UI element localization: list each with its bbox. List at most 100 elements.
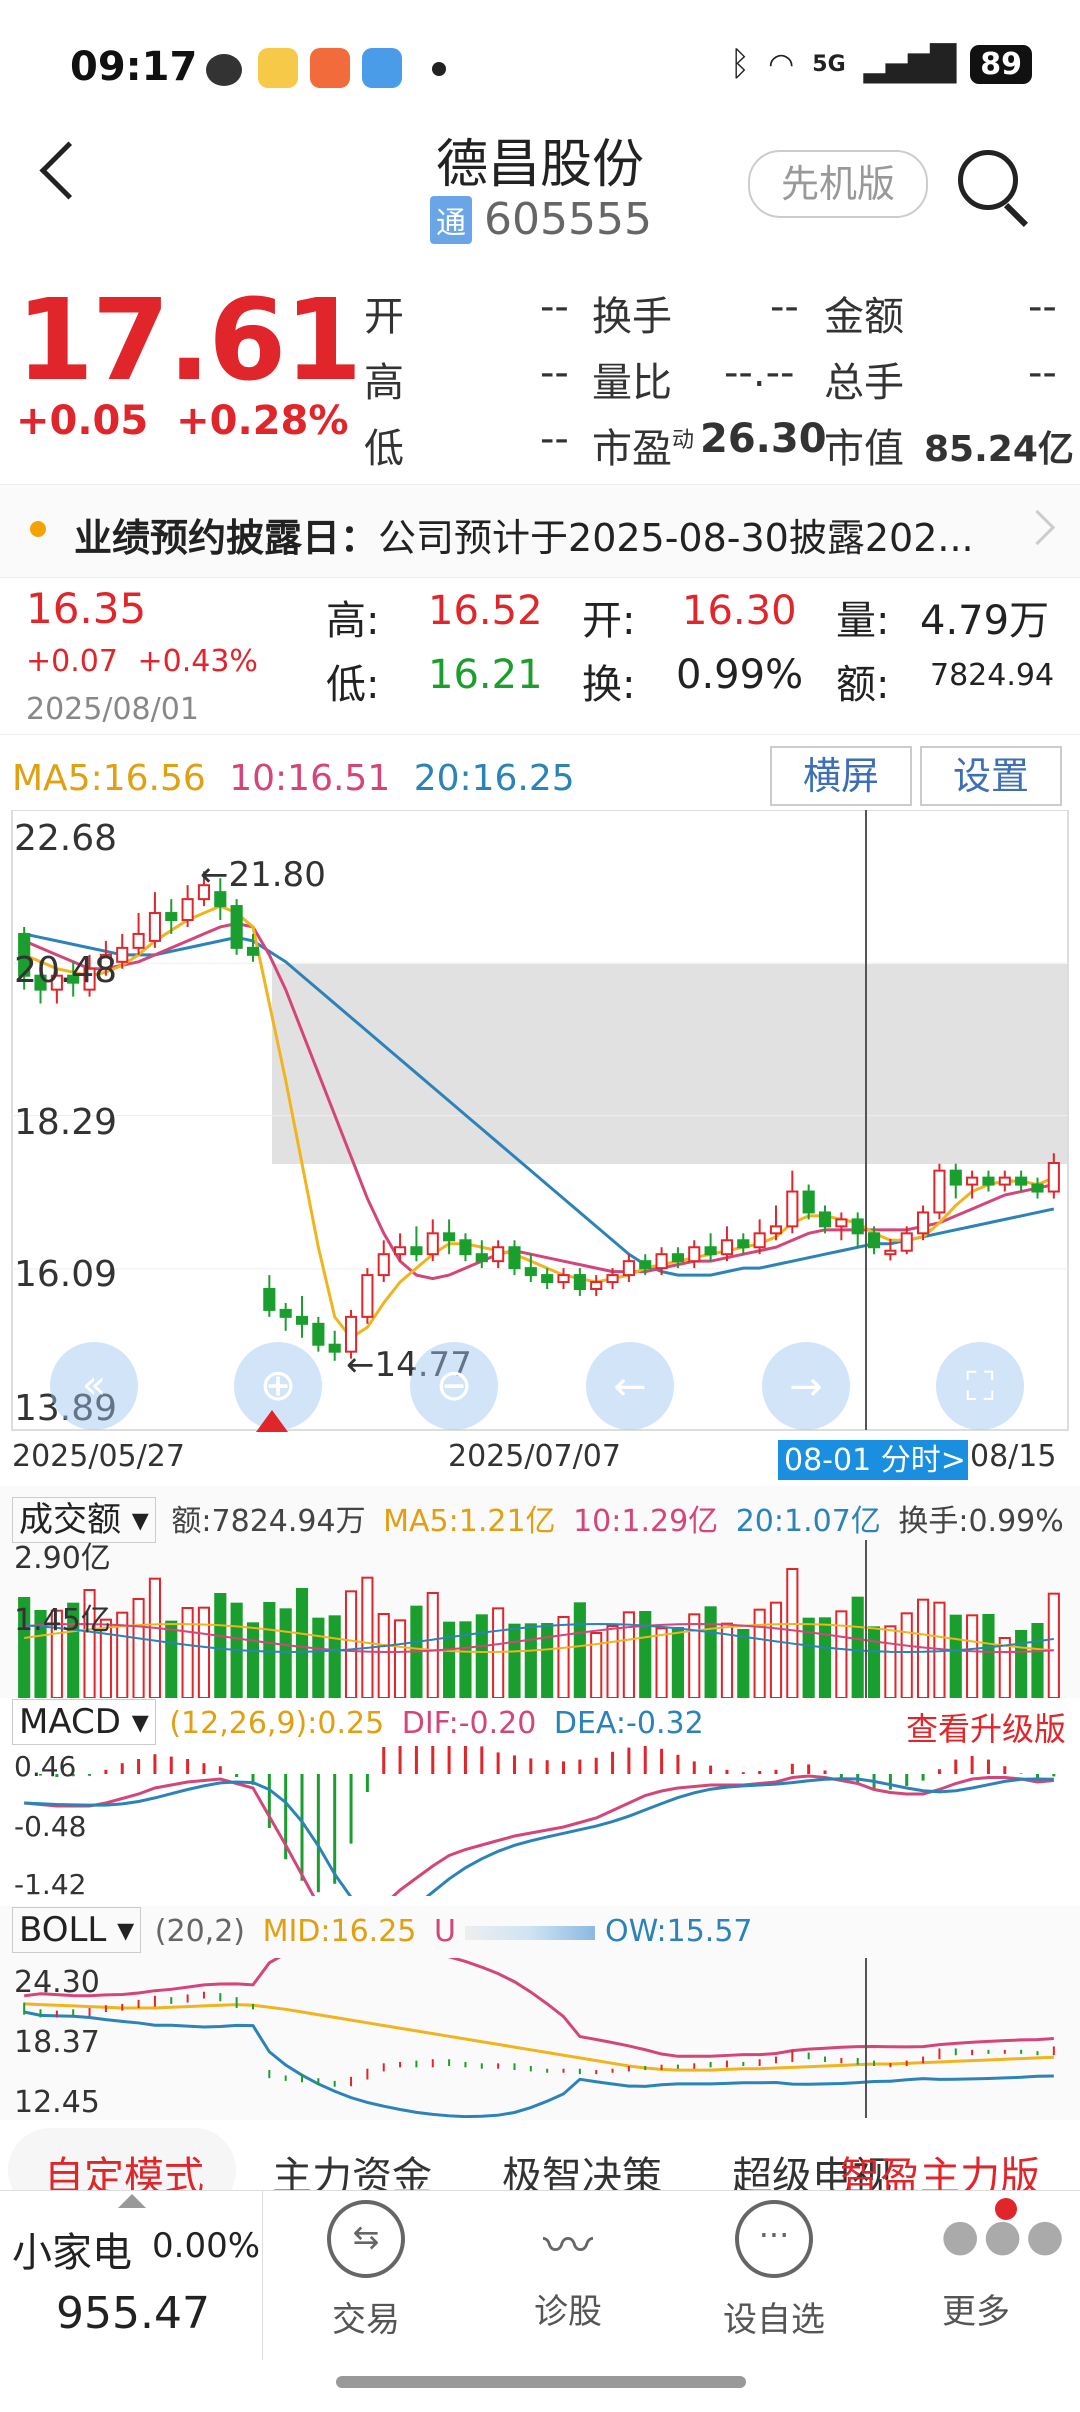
candle-body bbox=[753, 1232, 766, 1249]
kline-chart[interactable]: 22.68 20.48 18.29 16.09 13.89 ←21.80 ←14… bbox=[0, 810, 1080, 1486]
trade-icon: ⇆ bbox=[327, 2200, 405, 2278]
candle-body bbox=[279, 1308, 292, 1318]
boll-y-mid: 18.37 bbox=[14, 2025, 100, 2060]
volume-bar bbox=[737, 1629, 750, 1698]
settings-button[interactable]: 设置 bbox=[920, 746, 1062, 806]
day-low: 16.21 bbox=[428, 652, 543, 698]
upgrade-link[interactable]: 查看升级版 bbox=[906, 1704, 1066, 1750]
diagnose-label: 诊股 bbox=[534, 2292, 602, 2332]
y-label-4: 16.09 bbox=[14, 1254, 117, 1295]
quote-value: -- bbox=[540, 284, 569, 330]
day-high: 16.52 bbox=[428, 588, 543, 634]
boll-selector[interactable]: BOLL ▾ bbox=[12, 1907, 142, 1953]
volume-bar bbox=[671, 1627, 684, 1698]
volume-title: 成交额 bbox=[19, 1500, 121, 1540]
boll-up: U bbox=[433, 1914, 456, 1949]
volume-bar bbox=[541, 1623, 554, 1698]
volume-bar bbox=[394, 1619, 407, 1698]
volume-bar bbox=[279, 1608, 292, 1698]
day-amt-label: 额: bbox=[836, 662, 890, 708]
candle-body bbox=[900, 1232, 913, 1252]
candle-body bbox=[394, 1246, 407, 1256]
candle-body bbox=[590, 1281, 603, 1291]
candle-body bbox=[426, 1232, 439, 1256]
battery-level: 89 bbox=[970, 44, 1032, 84]
macd-y-bottom: -1.42 bbox=[14, 1868, 86, 1896]
more-button[interactable]: ●●● 更多 bbox=[876, 2198, 1076, 2333]
volume-bar bbox=[443, 1621, 456, 1698]
candle-body bbox=[541, 1274, 554, 1284]
status-indicators: ᛒ ◠ 5G ▂▄▆█ 89 bbox=[730, 44, 1032, 84]
candle-body bbox=[639, 1260, 652, 1270]
trade-button[interactable]: ⇆ 交易 bbox=[266, 2200, 466, 2341]
quote-value: -- bbox=[540, 350, 569, 396]
notice-dot-icon bbox=[30, 521, 46, 537]
volume-bar bbox=[295, 1588, 309, 1698]
y-label-3: 18.29 bbox=[14, 1102, 117, 1143]
volume-bar bbox=[426, 1592, 439, 1698]
volume-bar bbox=[1015, 1630, 1028, 1698]
status-time: 09:17 bbox=[70, 44, 198, 90]
volume-selector[interactable]: 成交额 ▾ bbox=[12, 1497, 156, 1543]
macd-selector[interactable]: MACD ▾ bbox=[12, 1699, 156, 1745]
volume-bar bbox=[949, 1614, 962, 1698]
ma20-value: 20:16.25 bbox=[413, 758, 575, 799]
pro-version-button[interactable]: 先机版 bbox=[748, 150, 928, 218]
y-label-2: 20.48 bbox=[14, 950, 117, 991]
sector-index[interactable]: 小家电 0.00% 955.47 bbox=[0, 2190, 263, 2360]
boll-header: BOLL ▾ (20,2) MID:16.25 U OW:15.57 bbox=[12, 1907, 753, 1953]
more-icon: ●●● bbox=[941, 2198, 1064, 2270]
candle-body bbox=[802, 1190, 815, 1214]
macd-dea: DEA:-0.32 bbox=[553, 1706, 704, 1741]
volume-bar bbox=[655, 1627, 668, 1698]
boll-chart: 24.30 18.37 12.45 bbox=[14, 1958, 1055, 2118]
day-vol: 4.79万 bbox=[920, 598, 1050, 644]
earnings-notice[interactable]: 业绩预约披露日：公司预计于2025-08-30披露202... bbox=[0, 484, 1080, 578]
sector-pct: 0.00% bbox=[152, 2226, 261, 2266]
divider bbox=[0, 734, 1080, 735]
candle-body bbox=[148, 912, 161, 942]
notes-icon bbox=[258, 48, 298, 88]
notification-dot-icon bbox=[432, 62, 446, 76]
macd-header: MACD ▾ (12,26,9):0.25 DIF:-0.20 DEA:-0.3… bbox=[12, 1699, 704, 1745]
collapse-arrow-icon[interactable] bbox=[118, 2194, 146, 2208]
x-label-start: 2025/05/27 bbox=[12, 1439, 185, 1474]
candle-body bbox=[867, 1232, 881, 1249]
stock-code: 605555 bbox=[484, 194, 652, 245]
quote-label: 换手 bbox=[592, 294, 672, 340]
boll-params: (20,2) bbox=[154, 1914, 246, 1949]
zoom-out-glyph: ⊖ bbox=[436, 1360, 473, 1411]
macd-params: (12,26,9):0.25 bbox=[169, 1706, 385, 1741]
change-percent: +0.28% bbox=[176, 398, 349, 444]
add-watchlist-icon: ··· bbox=[735, 2200, 813, 2278]
volume-bar bbox=[851, 1596, 864, 1698]
candle-body bbox=[524, 1267, 537, 1277]
candle-body bbox=[475, 1253, 488, 1263]
day-high-label: 高: bbox=[326, 598, 380, 644]
add-watchlist-label: 设自选 bbox=[723, 2300, 825, 2340]
search-icon[interactable] bbox=[958, 150, 1018, 210]
quote-label: 高 bbox=[364, 360, 404, 406]
volume-bar bbox=[165, 1620, 178, 1698]
notice-body: 公司预计于2025-08-30披露202... bbox=[378, 516, 974, 560]
volume-bar bbox=[492, 1607, 505, 1698]
diagnose-button[interactable]: 〰 诊股 bbox=[468, 2200, 668, 2333]
bluetooth-icon: ᛒ bbox=[729, 44, 751, 84]
add-watchlist-button[interactable]: ··· 设自选 bbox=[674, 2200, 874, 2341]
candle-body bbox=[818, 1211, 832, 1228]
volume-bar bbox=[900, 1612, 913, 1698]
day-turn-label: 换: bbox=[582, 662, 636, 708]
y-label-top: 22.68 bbox=[14, 818, 117, 859]
candle-body bbox=[769, 1225, 783, 1235]
volume-ma10: 10:1.29亿 bbox=[573, 1504, 719, 1539]
macd-chart: 0.46 -0.48 -1.42 bbox=[14, 1746, 1056, 1896]
candle-body bbox=[949, 1169, 962, 1186]
volume-bar bbox=[181, 1607, 194, 1698]
volume-bar bbox=[966, 1614, 979, 1698]
dea-line bbox=[24, 1777, 1054, 1896]
boll-y-bottom: 12.45 bbox=[14, 2085, 100, 2118]
quote-value: -- bbox=[770, 284, 799, 330]
volume-bar bbox=[688, 1613, 701, 1698]
landscape-button[interactable]: 横屏 bbox=[770, 746, 912, 806]
boll-mid-line bbox=[24, 2002, 1054, 2072]
